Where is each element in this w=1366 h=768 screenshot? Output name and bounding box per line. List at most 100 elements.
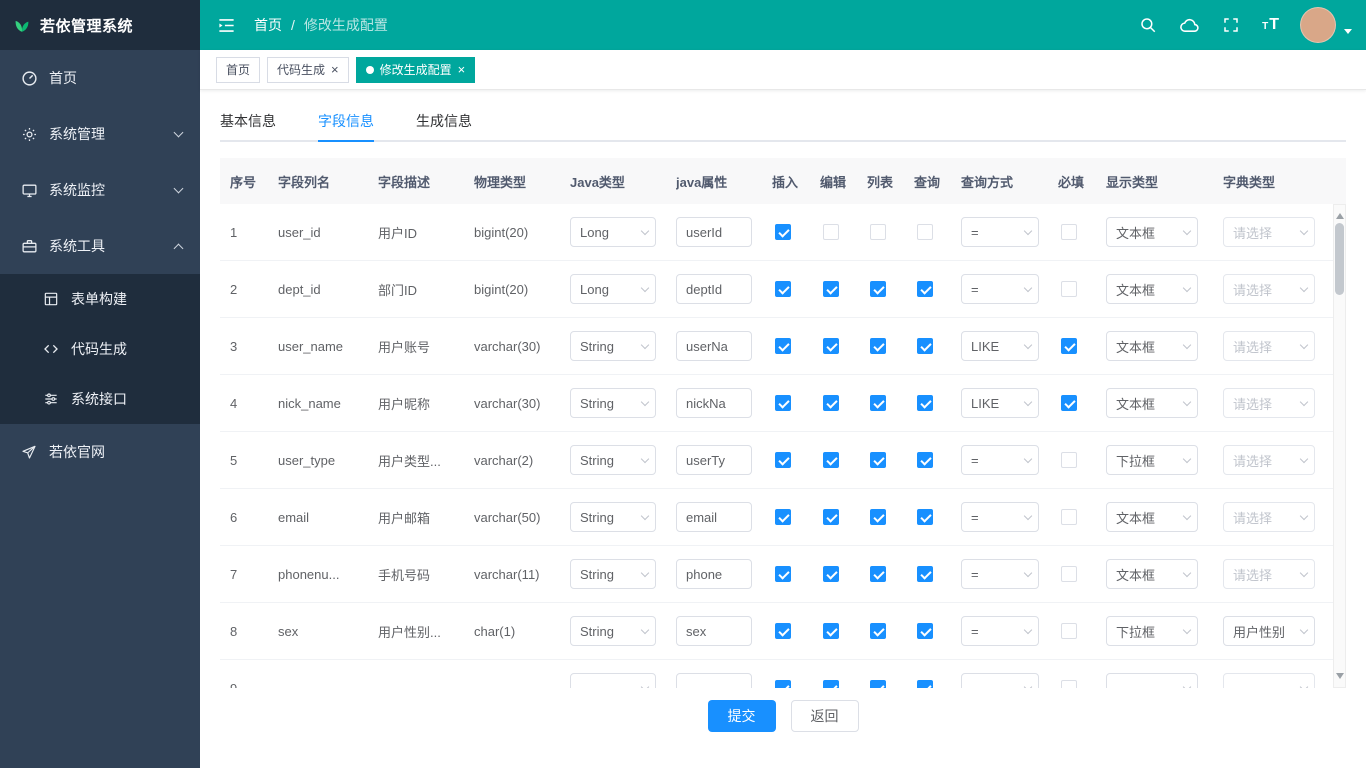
close-icon[interactable]: × [458,63,466,76]
display-type-select[interactable]: 文本框 [1106,274,1198,304]
insert-checkbox[interactable] [775,452,791,468]
list-checkbox[interactable] [870,452,886,468]
search-icon[interactable] [1128,16,1168,34]
list-checkbox[interactable] [870,281,886,297]
dict-type-select[interactable]: 请选择 [1223,388,1315,418]
java-attribute-input[interactable]: sex [676,616,752,646]
close-icon[interactable]: × [331,63,339,76]
edit-checkbox[interactable] [823,566,839,582]
query-checkbox[interactable] [917,395,933,411]
query-checkbox[interactable] [917,338,933,354]
list-checkbox[interactable] [870,680,886,688]
display-type-select[interactable]: 下拉框 [1106,445,1198,475]
java-attribute-input[interactable]: deptId [676,274,752,304]
java-attribute-input[interactable]: phone [676,559,752,589]
java-attribute-input[interactable] [676,673,752,688]
java-attribute-input[interactable]: nickNa [676,388,752,418]
java-type-select[interactable]: String [570,502,656,532]
java-type-select[interactable]: String [570,559,656,589]
app-logo[interactable]: 若依管理系统 [0,0,200,50]
dict-type-select[interactable]: 请选择 [1223,331,1315,361]
java-type-select[interactable]: String [570,616,656,646]
query-mode-select[interactable]: = [961,616,1039,646]
edit-checkbox[interactable] [823,395,839,411]
table-scrollbar[interactable] [1333,204,1346,688]
java-type-select[interactable]: Long [570,274,656,304]
sidebar-item-form-builder[interactable]: 表单构建 [0,274,200,324]
insert-checkbox[interactable] [775,566,791,582]
display-type-select[interactable]: 下拉框 [1106,616,1198,646]
java-type-select[interactable]: String [570,445,656,475]
query-checkbox[interactable] [917,281,933,297]
required-checkbox[interactable] [1061,395,1077,411]
display-type-select[interactable] [1106,673,1198,688]
required-checkbox[interactable] [1061,623,1077,639]
query-mode-select[interactable]: = [961,217,1039,247]
caret-down-icon[interactable] [1344,29,1352,38]
insert-checkbox[interactable] [775,281,791,297]
user-avatar[interactable] [1300,7,1336,43]
dict-type-select[interactable]: 请选择 [1223,502,1315,532]
required-checkbox[interactable] [1061,566,1077,582]
query-mode-select[interactable]: = [961,445,1039,475]
required-checkbox[interactable] [1061,452,1077,468]
sidebar-item-system-tools[interactable]: 系统工具 [0,218,200,274]
insert-checkbox[interactable] [775,224,791,240]
submit-button[interactable]: 提交 [708,700,776,732]
java-type-select[interactable]: String [570,388,656,418]
insert-checkbox[interactable] [775,395,791,411]
dict-type-select[interactable] [1223,673,1315,688]
edit-checkbox[interactable] [823,452,839,468]
edit-checkbox[interactable] [823,623,839,639]
required-checkbox[interactable] [1061,224,1077,240]
java-attribute-input[interactable]: userNa [676,331,752,361]
font-size-icon[interactable]: T T [1251,16,1290,34]
required-checkbox[interactable] [1061,509,1077,525]
display-type-select[interactable]: 文本框 [1106,388,1198,418]
java-attribute-input[interactable]: userId [676,217,752,247]
dict-type-select[interactable]: 请选择 [1223,559,1315,589]
sidebar-item-code-generation[interactable]: 代码生成 [0,324,200,374]
tag-code-generation[interactable]: 代码生成 × [267,57,349,83]
edit-checkbox[interactable] [823,509,839,525]
query-checkbox[interactable] [917,509,933,525]
edit-checkbox[interactable] [823,224,839,240]
tab-basic-info[interactable]: 基本信息 [220,102,276,140]
required-checkbox[interactable] [1061,680,1077,688]
cloud-icon[interactable] [1168,15,1211,36]
list-checkbox[interactable] [870,338,886,354]
java-type-select[interactable]: String [570,331,656,361]
sidebar-item-system-monitor[interactable]: 系统监控 [0,162,200,218]
scrollbar-thumb[interactable] [1335,223,1344,295]
dict-type-select[interactable]: 请选择 [1223,445,1315,475]
tag-edit-gen-config[interactable]: 修改生成配置 × [356,57,476,83]
java-attribute-input[interactable]: email [676,502,752,532]
list-checkbox[interactable] [870,566,886,582]
dict-type-select[interactable]: 请选择 [1223,217,1315,247]
breadcrumb-home[interactable]: 首页 [254,15,282,35]
display-type-select[interactable]: 文本框 [1106,331,1198,361]
tag-home[interactable]: 首页 [216,57,260,83]
query-checkbox[interactable] [917,224,933,240]
back-button[interactable]: 返回 [791,700,859,732]
display-type-select[interactable]: 文本框 [1106,559,1198,589]
edit-checkbox[interactable] [823,680,839,688]
insert-checkbox[interactable] [775,338,791,354]
scroll-up-icon[interactable] [1336,209,1344,219]
display-type-select[interactable]: 文本框 [1106,217,1198,247]
dict-type-select[interactable]: 用户性别 [1223,616,1315,646]
query-mode-select[interactable]: LIKE [961,331,1039,361]
query-checkbox[interactable] [917,623,933,639]
insert-checkbox[interactable] [775,509,791,525]
java-attribute-input[interactable]: userTy [676,445,752,475]
edit-checkbox[interactable] [823,338,839,354]
query-checkbox[interactable] [917,566,933,582]
required-checkbox[interactable] [1061,281,1077,297]
sidebar-toggle-icon[interactable] [200,16,249,35]
required-checkbox[interactable] [1061,338,1077,354]
list-checkbox[interactable] [870,395,886,411]
sidebar-item-system-api[interactable]: 系统接口 [0,374,200,424]
display-type-select[interactable]: 文本框 [1106,502,1198,532]
query-mode-select[interactable]: LIKE [961,388,1039,418]
query-mode-select[interactable] [961,673,1039,688]
